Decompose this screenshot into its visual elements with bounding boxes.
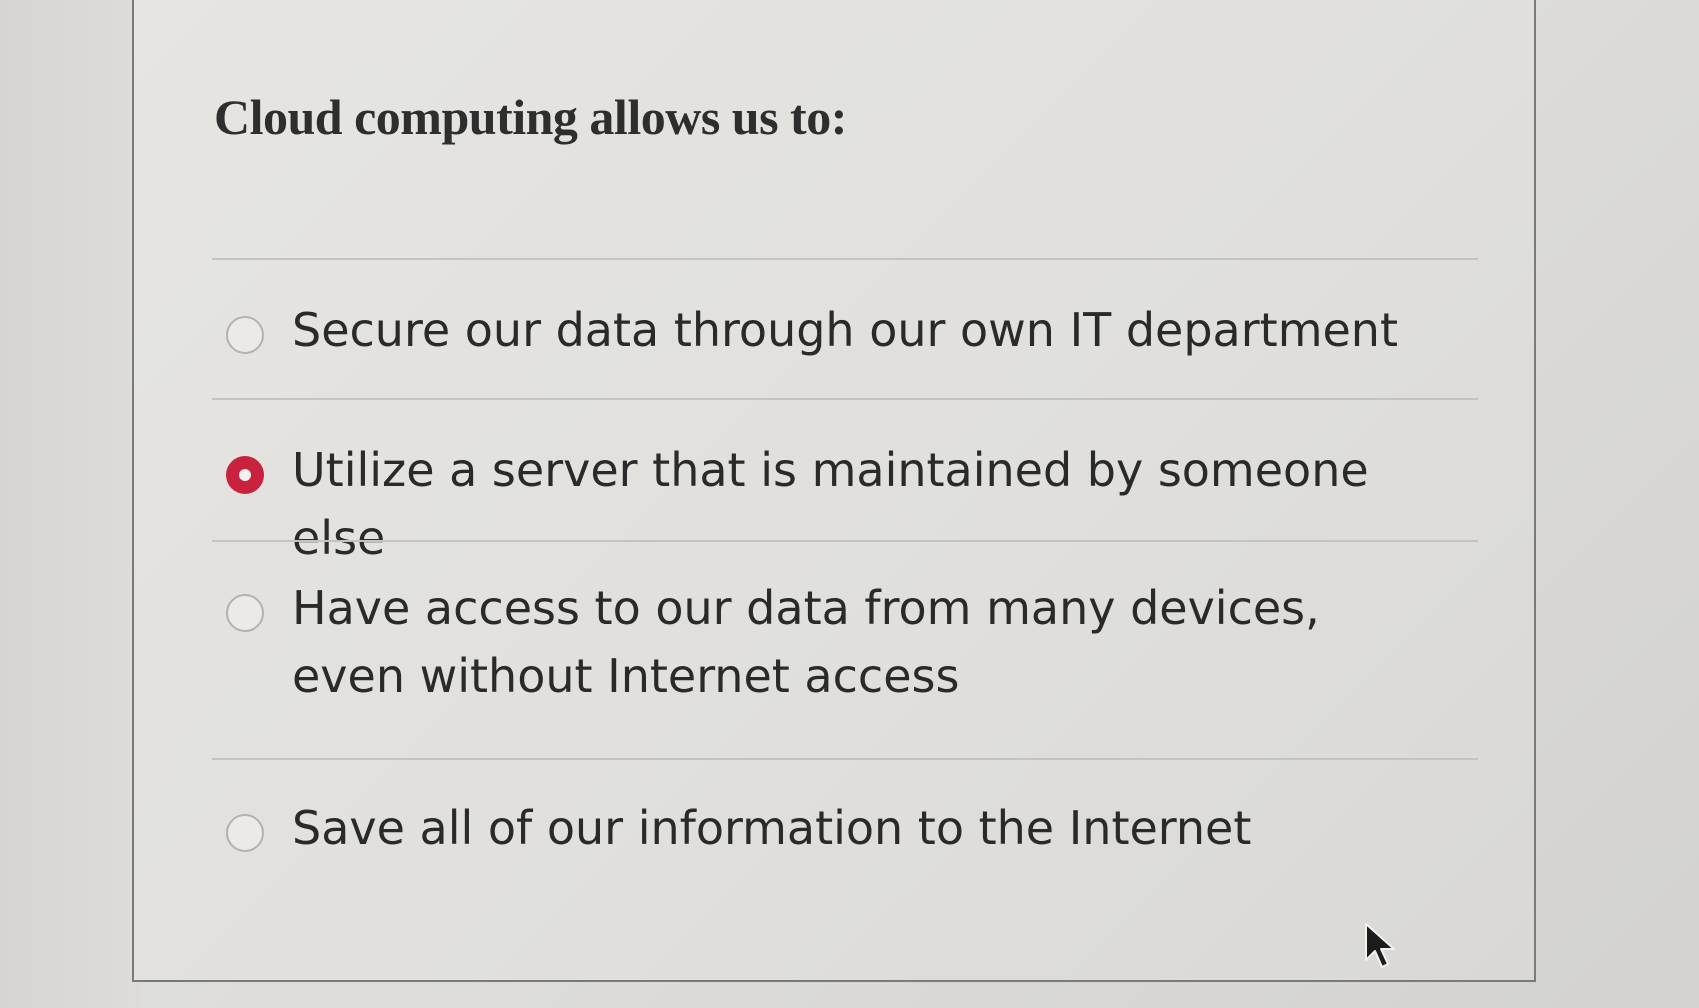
answer-label: Secure our data through our own IT depar… xyxy=(292,303,1398,357)
divider xyxy=(212,758,1478,760)
answer-option-3[interactable]: Have access to our data from many device… xyxy=(226,581,1476,710)
answer-label: Utilize a server that is maintained by s… xyxy=(292,443,1369,565)
question-text: Cloud computing allows us to: xyxy=(214,89,847,145)
radio-button-unselected[interactable] xyxy=(226,594,264,632)
answer-option-2[interactable]: Utilize a server that is maintained by s… xyxy=(226,443,1476,572)
radio-button-unselected[interactable] xyxy=(226,814,264,852)
question-card: Cloud computing allows us to: Secure our… xyxy=(132,0,1536,982)
left-margin xyxy=(0,0,140,1008)
radio-button-selected[interactable] xyxy=(226,456,264,494)
answer-option-1[interactable]: Secure our data through our own IT depar… xyxy=(226,303,1476,364)
radio-button-unselected[interactable] xyxy=(226,316,264,354)
divider xyxy=(212,398,1478,400)
divider xyxy=(212,258,1478,260)
divider xyxy=(212,540,1478,542)
page: Cloud computing allows us to: Secure our… xyxy=(0,0,1699,1008)
mouse-pointer-icon xyxy=(1365,923,1395,968)
answer-label: Have access to our data from many device… xyxy=(292,581,1320,703)
answer-option-4[interactable]: Save all of our information to the Inter… xyxy=(226,801,1476,862)
answer-label: Save all of our information to the Inter… xyxy=(292,801,1252,855)
